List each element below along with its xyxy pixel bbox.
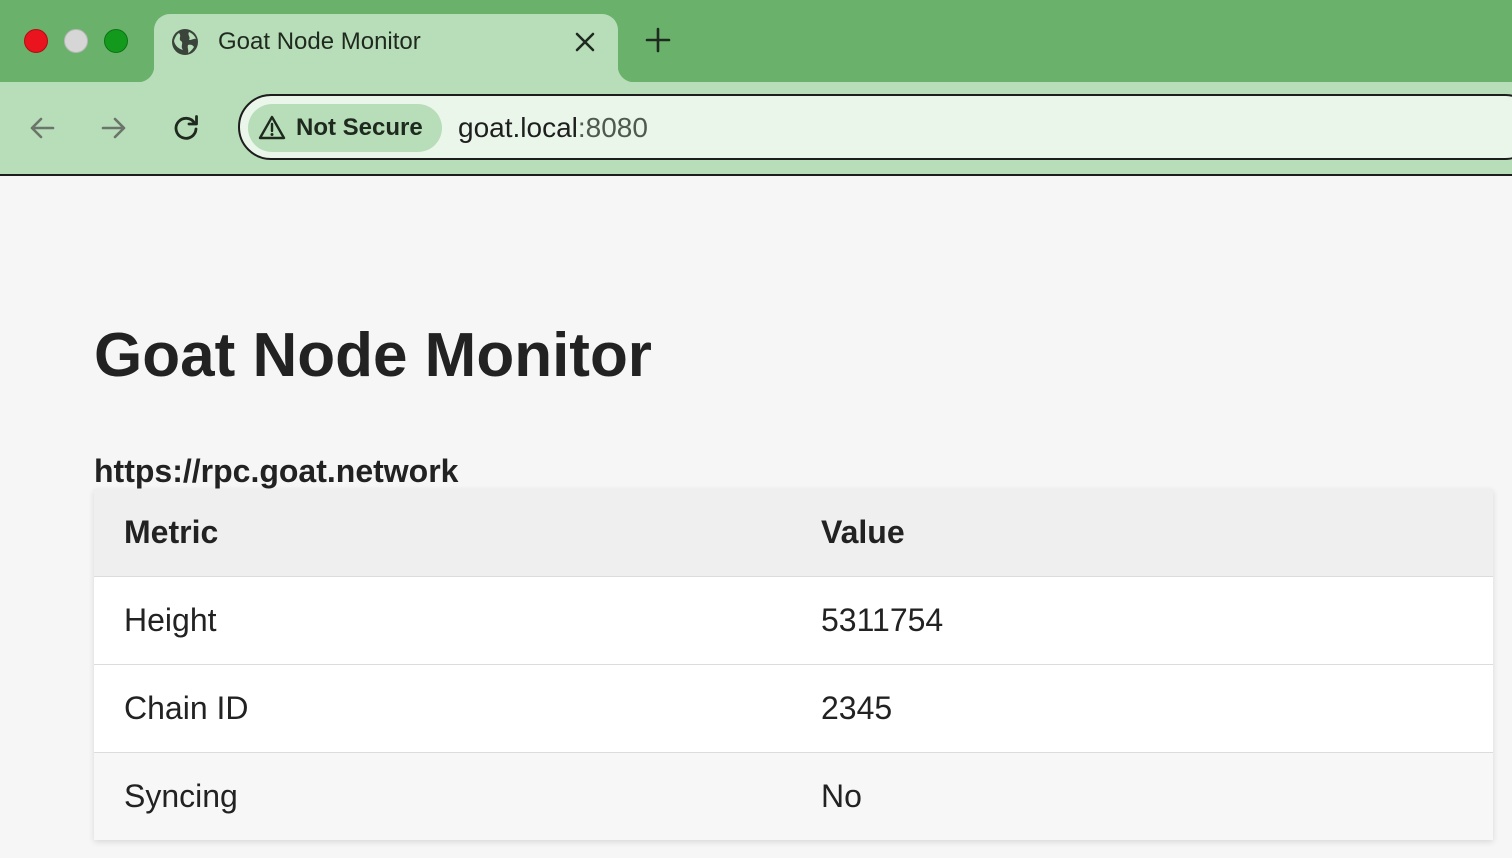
close-icon[interactable] bbox=[572, 29, 598, 55]
page-title: Goat Node Monitor bbox=[94, 321, 652, 390]
table-header-row: Metric Value bbox=[94, 489, 1493, 576]
security-label: Not Secure bbox=[296, 114, 423, 141]
rpc-endpoint-label: https://rpc.goat.network bbox=[94, 453, 459, 489]
table-row: Chain ID 2345 bbox=[94, 663, 1493, 752]
metric-value: No bbox=[791, 751, 1493, 840]
column-header-value: Value bbox=[791, 489, 1493, 576]
metric-value: 2345 bbox=[791, 663, 1493, 752]
arrow-left-icon[interactable] bbox=[26, 112, 58, 144]
maximize-window-button[interactable] bbox=[104, 29, 128, 53]
metric-value: 5311754 bbox=[791, 575, 1493, 664]
metric-name: Chain ID bbox=[94, 663, 791, 752]
minimize-window-button[interactable] bbox=[64, 29, 88, 53]
column-header-metric: Metric bbox=[94, 489, 791, 576]
browser-toolbar: Not Secure goat.local:8080 bbox=[0, 82, 1512, 176]
metric-name: Height bbox=[94, 575, 791, 664]
close-window-button[interactable] bbox=[24, 29, 48, 53]
metric-name: Syncing bbox=[94, 751, 791, 840]
address-bar[interactable]: Not Secure goat.local:8080 bbox=[238, 94, 1512, 160]
url-port: :8080 bbox=[577, 112, 648, 143]
globe-icon bbox=[172, 29, 198, 55]
tab-strip: Goat Node Monitor bbox=[0, 0, 1512, 82]
tab-title: Goat Node Monitor bbox=[218, 28, 421, 55]
table-row: Height 5311754 bbox=[94, 575, 1493, 664]
plus-icon[interactable] bbox=[644, 26, 672, 54]
url-host: goat.local bbox=[458, 112, 578, 143]
arrow-right-icon[interactable] bbox=[98, 112, 130, 144]
active-tab[interactable]: Goat Node Monitor bbox=[138, 14, 634, 82]
reload-icon[interactable] bbox=[170, 112, 202, 144]
metrics-table: Metric Value Height 5311754 Chain ID 234… bbox=[94, 489, 1493, 840]
security-indicator[interactable]: Not Secure bbox=[248, 104, 442, 152]
url-text[interactable]: goat.local:8080 bbox=[458, 112, 648, 144]
warning-triangle-icon bbox=[258, 115, 286, 140]
table-row: Syncing No bbox=[94, 751, 1493, 840]
